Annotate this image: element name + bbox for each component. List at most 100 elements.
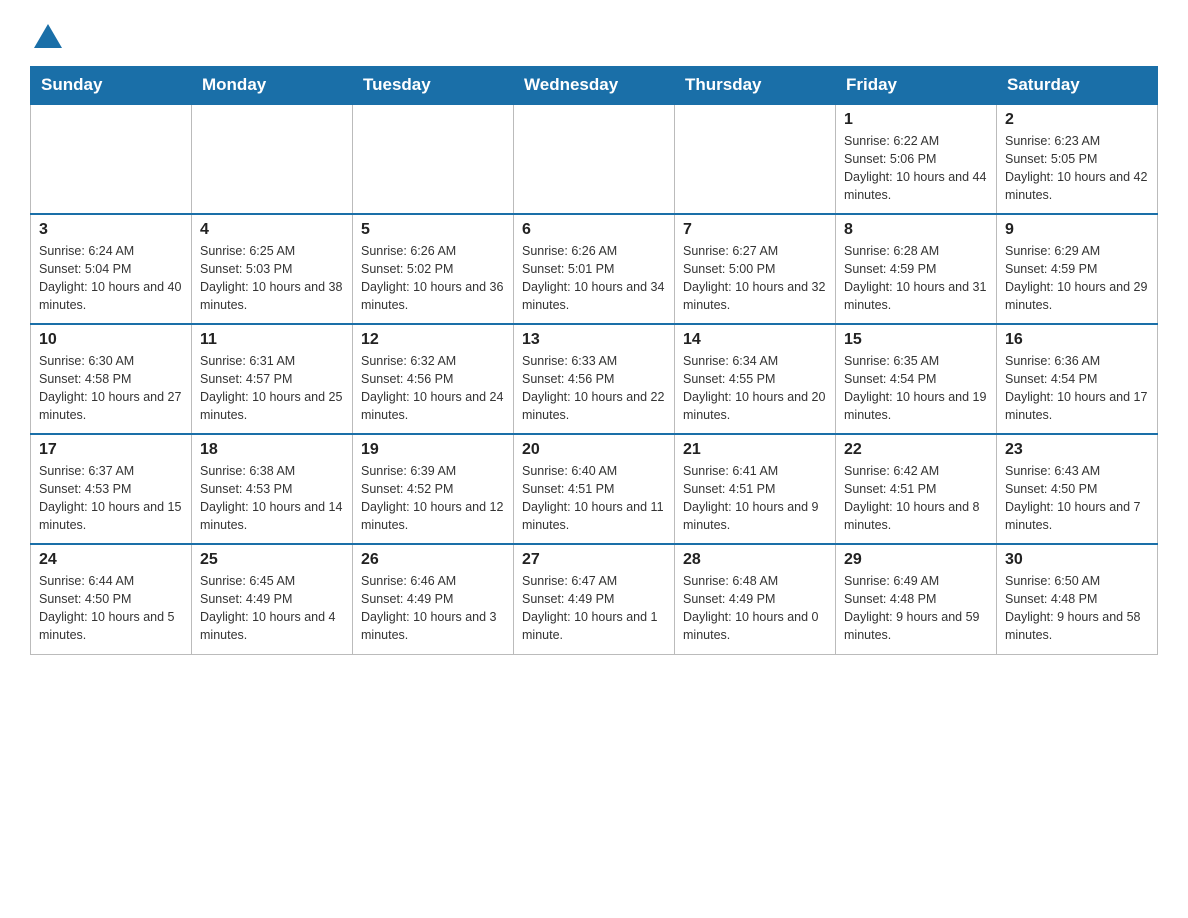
- logo: [30, 20, 62, 48]
- calendar-cell: 20 Sunrise: 6:40 AM Sunset: 4:51 PM Dayli…: [514, 434, 675, 544]
- calendar-cell: 5 Sunrise: 6:26 AM Sunset: 5:02 PM Daylig…: [353, 214, 514, 324]
- day-info: Sunrise: 6:39 AM Sunset: 4:52 PM Dayligh…: [361, 462, 505, 535]
- day-number: 27: [522, 551, 666, 569]
- day-number: 17: [39, 441, 183, 459]
- calendar-cell: 25 Sunrise: 6:45 AM Sunset: 4:49 PM Dayli…: [192, 544, 353, 654]
- week-row-4: 17 Sunrise: 6:37 AM Sunset: 4:53 PM Dayli…: [31, 434, 1158, 544]
- day-info: Sunrise: 6:46 AM Sunset: 4:49 PM Dayligh…: [361, 572, 505, 645]
- calendar-cell: 18 Sunrise: 6:38 AM Sunset: 4:53 PM Dayli…: [192, 434, 353, 544]
- calendar-cell: 4 Sunrise: 6:25 AM Sunset: 5:03 PM Daylig…: [192, 214, 353, 324]
- weekday-header-wednesday: Wednesday: [514, 67, 675, 105]
- day-info: Sunrise: 6:27 AM Sunset: 5:00 PM Dayligh…: [683, 242, 827, 315]
- week-row-5: 24 Sunrise: 6:44 AM Sunset: 4:50 PM Dayli…: [31, 544, 1158, 654]
- calendar-cell: 14 Sunrise: 6:34 AM Sunset: 4:55 PM Dayli…: [675, 324, 836, 434]
- day-number: 21: [683, 441, 827, 459]
- calendar-cell: 2 Sunrise: 6:23 AM Sunset: 5:05 PM Daylig…: [997, 104, 1158, 214]
- day-info: Sunrise: 6:25 AM Sunset: 5:03 PM Dayligh…: [200, 242, 344, 315]
- day-number: 12: [361, 331, 505, 349]
- day-info: Sunrise: 6:38 AM Sunset: 4:53 PM Dayligh…: [200, 462, 344, 535]
- week-row-1: 1Sunrise: 6:22 AM Sunset: 5:06 PM Daylig…: [31, 104, 1158, 214]
- calendar-cell: 19 Sunrise: 6:39 AM Sunset: 4:52 PM Dayli…: [353, 434, 514, 544]
- day-info: Sunrise: 6:43 AM Sunset: 4:50 PM Dayligh…: [1005, 462, 1149, 535]
- calendar-table: SundayMondayTuesdayWednesdayThursdayFrid…: [30, 66, 1158, 655]
- calendar-cell: 22 Sunrise: 6:42 AM Sunset: 4:51 PM Dayli…: [836, 434, 997, 544]
- day-info: Sunrise: 6:26 AM Sunset: 5:02 PM Dayligh…: [361, 242, 505, 315]
- day-info: Sunrise: 6:32 AM Sunset: 4:56 PM Dayligh…: [361, 352, 505, 425]
- calendar-cell: 11 Sunrise: 6:31 AM Sunset: 4:57 PM Dayli…: [192, 324, 353, 434]
- calendar-cell: 29 Sunrise: 6:49 AM Sunset: 4:48 PM Dayli…: [836, 544, 997, 654]
- calendar-cell: 16 Sunrise: 6:36 AM Sunset: 4:54 PM Dayli…: [997, 324, 1158, 434]
- day-info: Sunrise: 6:45 AM Sunset: 4:49 PM Dayligh…: [200, 572, 344, 645]
- day-number: 7: [683, 221, 827, 239]
- calendar-cell: 6 Sunrise: 6:26 AM Sunset: 5:01 PM Daylig…: [514, 214, 675, 324]
- day-number: 9: [1005, 221, 1149, 239]
- day-info: Sunrise: 6:31 AM Sunset: 4:57 PM Dayligh…: [200, 352, 344, 425]
- day-info: Sunrise: 6:24 AM Sunset: 5:04 PM Dayligh…: [39, 242, 183, 315]
- day-info: Sunrise: 6:49 AM Sunset: 4:48 PM Dayligh…: [844, 572, 988, 645]
- week-row-3: 10Sunrise: 6:30 AM Sunset: 4:58 PM Dayli…: [31, 324, 1158, 434]
- day-number: 20: [522, 441, 666, 459]
- day-info: Sunrise: 6:42 AM Sunset: 4:51 PM Dayligh…: [844, 462, 988, 535]
- calendar-cell: 10Sunrise: 6:30 AM Sunset: 4:58 PM Dayli…: [31, 324, 192, 434]
- day-info: Sunrise: 6:28 AM Sunset: 4:59 PM Dayligh…: [844, 242, 988, 315]
- day-info: Sunrise: 6:44 AM Sunset: 4:50 PM Dayligh…: [39, 572, 183, 645]
- calendar-cell: 24 Sunrise: 6:44 AM Sunset: 4:50 PM Dayli…: [31, 544, 192, 654]
- day-number: 19: [361, 441, 505, 459]
- weekday-header-thursday: Thursday: [675, 67, 836, 105]
- logo-triangle-icon: [34, 24, 62, 48]
- calendar-cell: 12 Sunrise: 6:32 AM Sunset: 4:56 PM Dayli…: [353, 324, 514, 434]
- day-number: 30: [1005, 551, 1149, 569]
- day-number: 5: [361, 221, 505, 239]
- day-info: Sunrise: 6:29 AM Sunset: 4:59 PM Dayligh…: [1005, 242, 1149, 315]
- day-number: 16: [1005, 331, 1149, 349]
- day-info: Sunrise: 6:34 AM Sunset: 4:55 PM Dayligh…: [683, 352, 827, 425]
- calendar-cell: 26 Sunrise: 6:46 AM Sunset: 4:49 PM Dayli…: [353, 544, 514, 654]
- day-number: 15: [844, 331, 988, 349]
- day-number: 4: [200, 221, 344, 239]
- calendar-cell: 7 Sunrise: 6:27 AM Sunset: 5:00 PM Daylig…: [675, 214, 836, 324]
- day-number: 18: [200, 441, 344, 459]
- day-number: 29: [844, 551, 988, 569]
- day-info: Sunrise: 6:41 AM Sunset: 4:51 PM Dayligh…: [683, 462, 827, 535]
- day-info: Sunrise: 6:50 AM Sunset: 4:48 PM Dayligh…: [1005, 572, 1149, 645]
- calendar-cell: 27Sunrise: 6:47 AM Sunset: 4:49 PM Dayli…: [514, 544, 675, 654]
- day-info: Sunrise: 6:23 AM Sunset: 5:05 PM Dayligh…: [1005, 132, 1149, 205]
- calendar-cell: 13 Sunrise: 6:33 AM Sunset: 4:56 PM Dayli…: [514, 324, 675, 434]
- calendar-cell: 3Sunrise: 6:24 AM Sunset: 5:04 PM Daylig…: [31, 214, 192, 324]
- day-number: 11: [200, 331, 344, 349]
- calendar-cell: 28Sunrise: 6:48 AM Sunset: 4:49 PM Dayli…: [675, 544, 836, 654]
- calendar-cell: [192, 104, 353, 214]
- day-number: 8: [844, 221, 988, 239]
- weekday-header-sunday: Sunday: [31, 67, 192, 105]
- calendar-cell: 21 Sunrise: 6:41 AM Sunset: 4:51 PM Dayli…: [675, 434, 836, 544]
- weekday-header-row: SundayMondayTuesdayWednesdayThursdayFrid…: [31, 67, 1158, 105]
- week-row-2: 3Sunrise: 6:24 AM Sunset: 5:04 PM Daylig…: [31, 214, 1158, 324]
- day-number: 13: [522, 331, 666, 349]
- day-number: 6: [522, 221, 666, 239]
- day-number: 14: [683, 331, 827, 349]
- calendar-cell: 8 Sunrise: 6:28 AM Sunset: 4:59 PM Daylig…: [836, 214, 997, 324]
- calendar-cell: 1Sunrise: 6:22 AM Sunset: 5:06 PM Daylig…: [836, 104, 997, 214]
- day-info: Sunrise: 6:36 AM Sunset: 4:54 PM Dayligh…: [1005, 352, 1149, 425]
- calendar-cell: 30 Sunrise: 6:50 AM Sunset: 4:48 PM Dayli…: [997, 544, 1158, 654]
- day-number: 24: [39, 551, 183, 569]
- calendar-cell: 23Sunrise: 6:43 AM Sunset: 4:50 PM Dayli…: [997, 434, 1158, 544]
- day-info: Sunrise: 6:40 AM Sunset: 4:51 PM Dayligh…: [522, 462, 666, 535]
- day-number: 26: [361, 551, 505, 569]
- day-number: 2: [1005, 111, 1149, 129]
- weekday-header-saturday: Saturday: [997, 67, 1158, 105]
- day-info: Sunrise: 6:26 AM Sunset: 5:01 PM Dayligh…: [522, 242, 666, 315]
- day-info: Sunrise: 6:33 AM Sunset: 4:56 PM Dayligh…: [522, 352, 666, 425]
- day-info: Sunrise: 6:37 AM Sunset: 4:53 PM Dayligh…: [39, 462, 183, 535]
- calendar-cell: [353, 104, 514, 214]
- day-number: 10: [39, 331, 183, 349]
- weekday-header-monday: Monday: [192, 67, 353, 105]
- day-info: Sunrise: 6:35 AM Sunset: 4:54 PM Dayligh…: [844, 352, 988, 425]
- header: [30, 20, 1158, 48]
- calendar-cell: [31, 104, 192, 214]
- weekday-header-friday: Friday: [836, 67, 997, 105]
- calendar-cell: 15 Sunrise: 6:35 AM Sunset: 4:54 PM Dayli…: [836, 324, 997, 434]
- day-number: 22: [844, 441, 988, 459]
- calendar-cell: [675, 104, 836, 214]
- day-number: 25: [200, 551, 344, 569]
